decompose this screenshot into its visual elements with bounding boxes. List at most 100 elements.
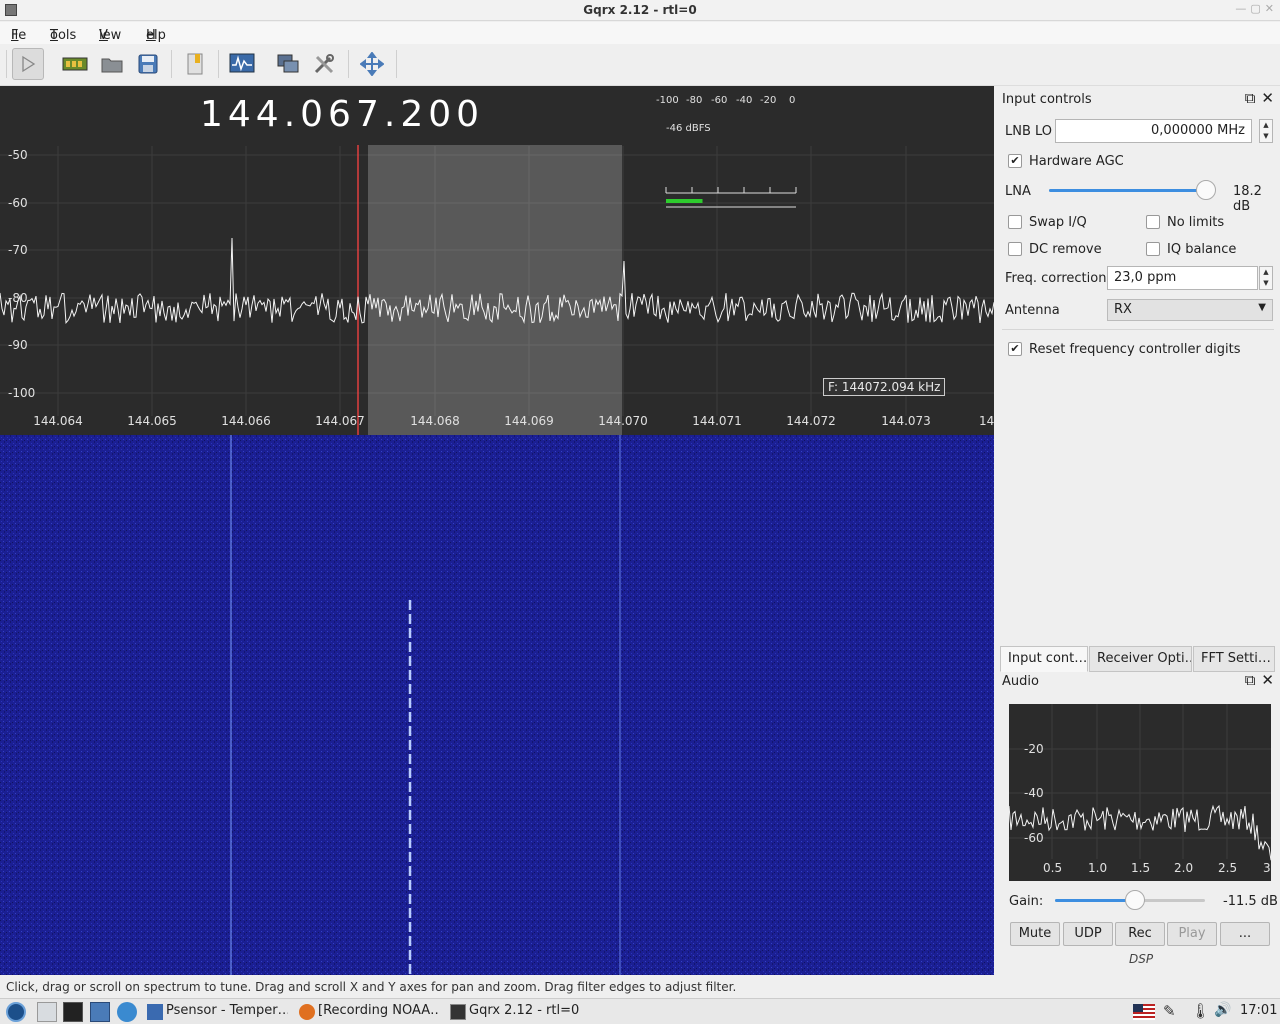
status-bar: Click, drag or scroll on spectrum to tun…: [0, 976, 1280, 998]
x-tick-label: 144.071: [692, 414, 742, 428]
bookmarks-button[interactable]: [179, 48, 211, 80]
audio-x-label: 3: [1263, 861, 1271, 875]
lnb-lo-label: LNB LO: [1005, 124, 1053, 139]
fit-view-button[interactable]: [356, 48, 388, 80]
gain-value: -11.5 dB: [1223, 894, 1278, 909]
dc-remove-checkbox[interactable]: [1008, 242, 1022, 256]
x-tick-label: 144.067: [315, 414, 365, 428]
lnb-lo-field[interactable]: 0,000000 MHz: [1055, 119, 1252, 143]
title-bar: Gqrx 2.12 - rtl=0 — ▢ ✕: [0, 0, 1280, 21]
x-tick-label: 144.064: [33, 414, 83, 428]
float-dock-icon[interactable]: ⧉: [1245, 89, 1256, 107]
audio-x-label: 2.0: [1174, 861, 1194, 875]
tab-input-controls[interactable]: Input cont…: [1000, 646, 1088, 672]
fit-view-icon: [360, 52, 384, 76]
save-settings-button[interactable]: [132, 48, 164, 80]
audio-x-label: 1.5: [1131, 861, 1151, 875]
close-dock-icon[interactable]: ✕: [1261, 671, 1274, 689]
waterfall-display[interactable]: [0, 435, 994, 975]
window-title: Gqrx 2.12 - rtl=0: [583, 3, 697, 17]
mute-button[interactable]: Mute: [1010, 922, 1060, 946]
no-limits-checkbox[interactable]: [1146, 215, 1160, 229]
network-icon[interactable]: ✎: [1163, 1002, 1183, 1022]
x-tick-label: 144.073: [881, 414, 931, 428]
reset-digits-label: Reset frequency controller digits: [1029, 342, 1241, 357]
right-dock-panel: Input controls ⧉ ✕ LNB LO 0,000000 MHz ▲…: [994, 86, 1280, 975]
gain-label: Gain:: [1009, 894, 1044, 909]
filter-passband[interactable]: [368, 145, 622, 435]
clock: 17:01: [1240, 1003, 1278, 1018]
tab-receiver-options[interactable]: Receiver Opti…: [1089, 646, 1192, 672]
waveform-icon: [229, 53, 255, 73]
bookmark-icon: [187, 53, 203, 75]
swap-iq-checkbox[interactable]: [1008, 215, 1022, 229]
x-tick-label: 144.065: [127, 414, 177, 428]
lnb-lo-stepper[interactable]: ▲ ▼: [1259, 119, 1273, 143]
hardware-agc-checkbox[interactable]: ✔: [1008, 154, 1022, 168]
freq-correction-field[interactable]: 23,0 ppm: [1107, 266, 1258, 290]
file-manager-icon[interactable]: [90, 1002, 110, 1022]
audio-options-button[interactable]: ...: [1220, 922, 1270, 946]
play-icon: [22, 55, 36, 73]
iq-balance-label: IQ balance: [1167, 242, 1237, 257]
reset-digits-checkbox[interactable]: ✔: [1008, 342, 1022, 356]
show-desktop-icon[interactable]: [37, 1002, 57, 1022]
x-tick-label: 144.069: [504, 414, 554, 428]
audio-x-label: 2.5: [1218, 861, 1238, 875]
remote-control-button[interactable]: [272, 48, 304, 80]
settings-icon: [314, 54, 334, 74]
psensor-icon: [147, 1004, 163, 1020]
y-tick-label: -60: [8, 196, 28, 210]
lna-label: LNA: [1005, 184, 1031, 199]
io-devices-button[interactable]: [59, 48, 91, 80]
spectrum-plot[interactable]: 144.067.200 -100 -80 -60 -40 -20 0 -46 d…: [0, 86, 994, 435]
taskbar-item-recording[interactable]: [Recording NOAA…: [318, 1003, 440, 1018]
float-dock-icon[interactable]: ⧉: [1245, 671, 1256, 689]
save-icon: [138, 54, 158, 74]
play-button[interactable]: Play: [1167, 922, 1217, 946]
start-dsp-button[interactable]: [12, 48, 44, 80]
terminal-icon[interactable]: [63, 1002, 83, 1022]
hardware-icon: [62, 57, 88, 71]
antenna-label: Antenna: [1005, 303, 1060, 318]
temperature-icon[interactable]: 🌡: [1191, 1002, 1211, 1022]
rec-button[interactable]: Rec: [1115, 922, 1165, 946]
antenna-select[interactable]: RX ▼: [1107, 299, 1273, 321]
lna-value: 18.2 dB: [1233, 184, 1262, 214]
taskbar-item-gqrx[interactable]: Gqrx 2.12 - rtl=0: [469, 1003, 594, 1018]
taskbar-item-psensor[interactable]: Psensor - Temper…: [166, 1003, 288, 1018]
tab-fft-settings[interactable]: FFT Setti…: [1193, 646, 1275, 672]
y-tick-label: -80: [8, 291, 28, 305]
dsp-label: DSP: [1129, 952, 1154, 966]
start-menu-icon[interactable]: [6, 1002, 26, 1022]
close-window-icon[interactable]: ✕: [1265, 2, 1274, 15]
lna-slider-handle[interactable]: [1195, 180, 1216, 200]
iq-recording-button[interactable]: [226, 48, 258, 80]
no-limits-label: No limits: [1167, 215, 1225, 230]
volume-icon[interactable]: 🔊: [1214, 1002, 1234, 1022]
x-tick-label: 144.070: [598, 414, 648, 428]
gain-slider-handle[interactable]: [1124, 890, 1145, 910]
hardware-agc-label: Hardware AGC: [1029, 154, 1124, 169]
iq-balance-checkbox[interactable]: [1146, 242, 1160, 256]
freq-correction-label: Freq. correction: [1005, 271, 1107, 286]
signal-meter: [665, 187, 797, 208]
lna-slider[interactable]: [1049, 189, 1209, 192]
close-dock-icon[interactable]: ✕: [1261, 89, 1274, 107]
frequency-display[interactable]: 144.067.200: [200, 94, 484, 135]
swap-iq-label: Swap I/Q: [1029, 215, 1087, 230]
udp-button[interactable]: UDP: [1063, 922, 1113, 946]
audio-y-label: -20: [1024, 742, 1044, 756]
y-tick-label: -50: [8, 148, 28, 162]
meter-reading: -46 dBFS: [666, 123, 711, 134]
freq-correction-stepper[interactable]: ▲ ▼: [1259, 266, 1273, 290]
keyboard-layout-flag-icon[interactable]: [1133, 1004, 1155, 1020]
minimize-icon[interactable]: —: [1235, 2, 1246, 15]
config-button[interactable]: [308, 48, 340, 80]
input-controls-title: Input controls: [1002, 92, 1092, 107]
browser-globe-icon[interactable]: [117, 1002, 137, 1022]
audio-y-label: -60: [1024, 831, 1044, 845]
maximize-icon[interactable]: ▢: [1250, 2, 1260, 15]
audio-x-label: 0.5: [1043, 861, 1063, 875]
load-settings-button[interactable]: [96, 48, 128, 80]
